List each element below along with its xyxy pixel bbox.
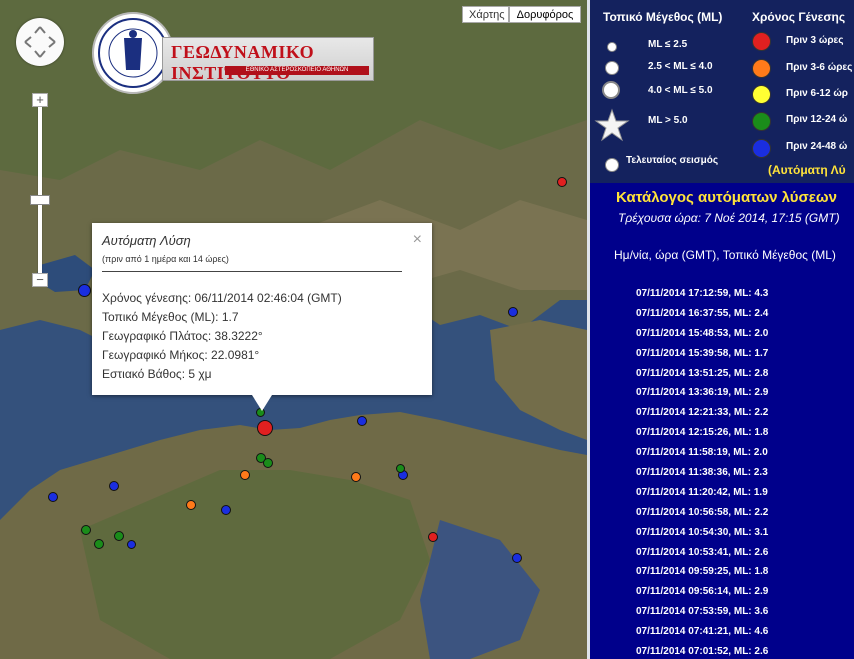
catalog-entry[interactable]: 07/11/2014 13:51:25, ML: 2.8 [636,364,768,384]
local-magnitude: Τοπικό Μέγεθος (ML): 1.7 [102,310,239,324]
latest-quake-label: Τελευταίος σεισμός [626,155,719,166]
catalog-panel[interactable]: Κατάλογος αυτόματων λύσεων Τρέχουσα ώρα:… [590,183,854,659]
quake-marker-red-large[interactable] [257,420,273,436]
catalog-entry[interactable]: 07/11/2014 09:56:14, ML: 2.9 [636,582,768,602]
popup-title: Αυτόματη Λύση [102,233,191,248]
time-legend-header: Χρόνος Γένεσης [752,10,846,24]
catalog-entry[interactable]: 07/11/2014 17:12:59, ML: 4.3 [636,284,768,304]
quake-marker-orange[interactable] [186,500,196,510]
observatory-name: ΕΘΝΙΚΟ ΑΣΤΕΡΟΣΚΟΠΕΙΟ ΑΘΗΝΩΝ [225,66,369,75]
age-orange-icon [752,59,771,78]
logo-banner: ΓΕΩΔΥΝΑΜΙΚΟ ΙΝΣΤΙΤΟΥΤΟ ΕΘΝΙΚΟ ΑΣΤΕΡΟΣΚΟΠ… [162,37,374,83]
quake-marker-blue[interactable] [512,553,522,563]
catalog-entry[interactable]: 07/11/2014 11:38:36, ML: 2.3 [636,463,768,483]
catalog-list: 07/11/2014 17:12:59, ML: 4.3 07/11/2014 … [636,284,768,659]
quake-marker-red[interactable] [557,177,567,187]
quake-marker-green[interactable] [94,539,104,549]
quake-marker-red[interactable] [428,532,438,542]
age-label: Πριν 3 ώρες [786,35,844,46]
magnitude-legend-header: Τοπικό Μέγεθος (ML) [603,10,723,24]
magnitude-large-icon [602,81,620,99]
satellite-map[interactable]: ΓΕΩΔΥΝΑΜΙΚΟ ΙΝΣΤΙΤΟΥΤΟ ΕΘΝΙΚΟ ΑΣΤΕΡΟΣΚΟΠ… [0,0,587,659]
age-yellow-icon [752,85,771,104]
quake-marker-blue[interactable] [78,284,91,297]
age-blue-icon [752,139,771,158]
catalog-entry[interactable]: 07/11/2014 12:21:33, ML: 2.2 [636,403,768,423]
catalog-title: Κατάλογος αυτόματων λύσεων [616,189,837,206]
longitude: Γεωγραφικό Μήκος: 22.0981° [102,348,260,362]
pan-control[interactable] [16,18,64,66]
catalog-entry[interactable]: 07/11/2014 07:41:21, ML: 4.6 [636,622,768,642]
map-type-button[interactable]: Χάρτης [462,6,509,23]
zoom-slider-handle[interactable] [30,195,50,205]
latest-quake-icon [605,158,619,172]
age-red-icon [752,32,771,51]
catalog-entry[interactable]: 07/11/2014 07:53:59, ML: 3.6 [636,602,768,622]
catalog-entry[interactable]: 07/11/2014 12:15:26, ML: 1.8 [636,423,768,443]
magnitude-label: ML ≤ 2.5 [648,39,688,50]
pan-arrows-icon [24,26,56,58]
popup-pointer [252,395,272,411]
origin-time: Χρόνος γένεσης: 06/11/2014 02:46:04 (GMT… [102,291,342,305]
satellite-type-button[interactable]: Δορυφόρος [509,6,581,23]
age-label: Πριν 6-12 ώρ [786,88,848,99]
earthquake-info-popup: × Αυτόματη Λύση (πριν από 1 ημέρα και 14… [92,223,432,395]
magnitude-label: 4.0 < ML ≤ 5.0 [648,85,713,96]
zoom-in-button[interactable]: + [32,93,48,107]
automatic-solution-note: (Αυτόματη Λύ [768,163,846,177]
catalog-entry[interactable]: 07/11/2014 09:59:25, ML: 1.8 [636,562,768,582]
age-green-icon [752,112,771,131]
catalog-entry[interactable]: 07/11/2014 11:20:42, ML: 1.9 [636,483,768,503]
quake-marker-green[interactable] [114,531,124,541]
quake-marker-orange[interactable] [351,472,361,482]
quake-marker-blue[interactable] [357,416,367,426]
catalog-entry[interactable]: 07/11/2014 13:36:19, ML: 2.9 [636,383,768,403]
catalog-entry[interactable]: 07/11/2014 10:53:41, ML: 2.6 [636,543,768,563]
legend-panel: Τοπικό Μέγεθος (ML) Χρόνος Γένεσης ML ≤ … [590,0,854,183]
quake-marker-orange[interactable] [240,470,250,480]
latitude: Γεωγραφικό Πλάτος: 38.3222° [102,329,263,343]
quake-marker-blue[interactable] [221,505,231,515]
institute-logo: ΓΕΩΔΥΝΑΜΙΚΟ ΙΝΣΤΙΤΟΥΤΟ ΕΘΝΙΚΟ ΑΣΤΕΡΟΣΚΟΠ… [92,12,382,96]
catalog-entry[interactable]: 07/11/2014 10:54:30, ML: 3.1 [636,523,768,543]
seal-emblem-icon [98,18,168,88]
magnitude-label: 2.5 < ML ≤ 4.0 [648,61,713,72]
quake-marker-green[interactable] [263,458,273,468]
quake-marker-green[interactable] [396,464,405,473]
age-label: Πριν 12-24 ώ [786,114,848,125]
current-time: Τρέχουσα ώρα: 7 Νοέ 2014, 17:15 (GMT) [618,211,840,225]
age-label: Πριν 24-48 ώ [786,141,848,152]
catalog-entry[interactable]: 07/11/2014 15:48:53, ML: 2.0 [636,324,768,344]
quake-marker-blue[interactable] [109,481,119,491]
catalog-entry[interactable]: 07/11/2014 07:01:52, ML: 2.6 [636,642,768,659]
popup-time-ago: (πριν από 1 ημέρα και 14 ώρες) [102,254,229,264]
catalog-entry[interactable]: 07/11/2014 10:56:58, ML: 2.2 [636,503,768,523]
zoom-track[interactable] [38,104,42,276]
zoom-out-button[interactable]: − [32,273,48,287]
close-icon[interactable]: × [413,231,422,249]
catalog-entry[interactable]: 07/11/2014 11:58:19, ML: 2.0 [636,443,768,463]
magnitude-label: ML > 5.0 [648,115,688,126]
popup-details: Χρόνος γένεσης: 06/11/2014 02:46:04 (GMT… [102,289,342,384]
age-label: Πριν 3-6 ώρες [786,62,853,73]
quake-marker-blue[interactable] [127,540,136,549]
popup-divider [102,271,402,272]
catalog-columns-header: Ημ/νία, ώρα (GMT), Τοπικό Μέγεθος (ML) [614,248,836,262]
quake-marker-blue[interactable] [508,307,518,317]
magnitude-medium-icon [605,61,619,75]
star-icon [594,108,630,142]
focal-depth: Εστιακό Βάθος: 5 χμ [102,367,212,381]
catalog-entry[interactable]: 07/11/2014 16:37:55, ML: 2.4 [636,304,768,324]
quake-marker-green[interactable] [81,525,91,535]
quake-marker-blue[interactable] [48,492,58,502]
catalog-entry[interactable]: 07/11/2014 15:39:58, ML: 1.7 [636,344,768,364]
institute-name: ΓΕΩΔΥΝΑΜΙΚΟ ΙΝΣΤΙΤΟΥΤΟ [171,42,315,83]
magnitude-small-icon [607,42,617,52]
